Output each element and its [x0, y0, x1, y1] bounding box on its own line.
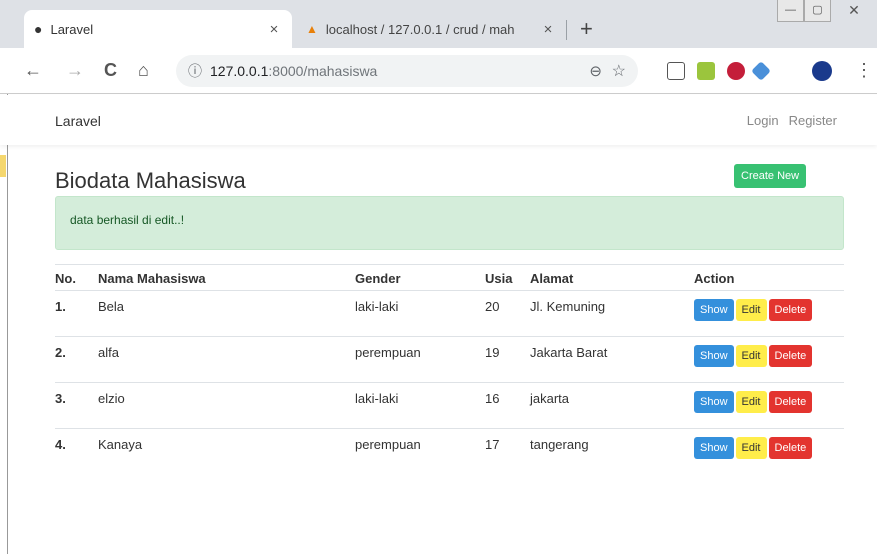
profile-avatar[interactable]	[812, 61, 832, 81]
extension-icon-1[interactable]	[667, 62, 685, 80]
window-controls: — ▢ ✕	[777, 0, 877, 22]
show-button[interactable]: Show	[694, 391, 734, 413]
minimize-button[interactable]: —	[777, 0, 804, 22]
table-row: 4. Kanaya perempuan 17 tangerang Show Edi…	[55, 428, 844, 475]
cell-actions: Show Edit Delete	[694, 291, 844, 337]
app-navbar: Laravel Login Register	[0, 95, 877, 145]
tab-laravel[interactable]: ● Laravel ×	[24, 10, 292, 48]
new-tab-button[interactable]: +	[580, 18, 593, 40]
reload-icon[interactable]: C	[104, 60, 117, 80]
delete-button[interactable]: Delete	[768, 391, 813, 413]
cell-no: 3.	[55, 382, 98, 429]
home-icon[interactable]: ⌂	[138, 60, 149, 80]
menu-icon[interactable]: ⋮	[855, 60, 873, 80]
cell-usia: 19	[485, 336, 530, 383]
cell-no: 2.	[55, 336, 98, 383]
cell-alamat: Jakarta Barat	[530, 336, 694, 383]
bookmark-star-icon[interactable]: ☆	[612, 61, 626, 81]
cell-no: 1.	[55, 299, 66, 314]
globe-icon: ●	[34, 21, 43, 37]
phpmyadmin-icon: ▲	[306, 22, 318, 36]
create-new-button[interactable]: Create New	[734, 164, 807, 188]
edit-button[interactable]: Edit	[735, 391, 767, 413]
table-header-row: No. Nama Mahasiswa Gender Usia Alamat Ac…	[55, 264, 844, 291]
register-link[interactable]: Register	[789, 113, 837, 128]
tab-phpmyadmin[interactable]: ▲ localhost / 127.0.0.1 / crud / mah ×	[296, 10, 566, 48]
auth-links: Login Register	[747, 113, 837, 128]
cell-alamat: jakarta	[530, 382, 694, 429]
cell-usia: 20	[485, 299, 500, 314]
table-row: 2. alfa perempuan 19 Jakarta Barat Show E…	[55, 336, 844, 383]
cell-actions: Show Edit Delete	[694, 428, 844, 475]
browser-tab-strip: ● Laravel × ▲ localhost / 127.0.0.1 / cr…	[0, 0, 877, 48]
delete-button[interactable]: Delete	[768, 345, 813, 367]
cell-gender: laki-laki	[355, 382, 485, 429]
url-path: :8000/mahasiswa	[268, 63, 378, 79]
table-row: 3. elzio laki-laki 16 jakarta Show Edit De…	[55, 382, 844, 429]
column-header-gender: Gender	[355, 264, 485, 291]
cell-no: 4.	[55, 428, 98, 475]
tab-title: Laravel	[50, 21, 94, 37]
table-row: 1. Bela laki-laki 20 Jl. Kemuning Show Ed…	[55, 291, 844, 337]
url-host: 127.0.0.1	[210, 63, 269, 79]
column-header-action: Action	[694, 264, 844, 291]
cell-alamat: Jl. Kemuning	[530, 299, 606, 314]
column-header-nama: Nama Mahasiswa	[98, 264, 355, 291]
cell-alamat: tangerang	[530, 428, 694, 475]
column-header-usia: Usia	[485, 264, 530, 291]
cell-actions: Show Edit Delete	[694, 336, 844, 383]
extension-icon-2[interactable]	[697, 62, 715, 80]
forward-icon[interactable]: →	[66, 60, 84, 80]
edit-button[interactable]: Edit	[735, 299, 767, 321]
cell-gender: laki-laki	[355, 299, 399, 314]
cell-usia: 17	[485, 428, 530, 475]
cell-nama: Bela	[98, 299, 125, 314]
cell-gender: perempuan	[355, 336, 485, 383]
cell-nama: Kanaya	[98, 428, 355, 475]
login-link[interactable]: Login	[747, 113, 779, 128]
edit-button[interactable]: Edit	[735, 345, 767, 367]
show-button[interactable]: Show	[694, 345, 734, 367]
cell-gender: perempuan	[355, 428, 485, 475]
extension-icon-3[interactable]	[727, 62, 745, 80]
close-tab-icon[interactable]: ×	[266, 21, 282, 38]
tab-title: localhost / 127.0.0.1 / crud / mah	[325, 21, 515, 37]
edit-button[interactable]: Edit	[735, 437, 767, 459]
address-bar[interactable]: ⓘ 127.0.0.1:8000/mahasiswa ⊖ ☆	[176, 55, 638, 87]
close-tab-icon[interactable]: ×	[540, 21, 556, 38]
page-title: Biodata Mahasiswa	[55, 168, 246, 193]
success-alert: data berhasil di edit..!	[55, 196, 844, 250]
zoom-icon[interactable]: ⊖	[589, 62, 602, 80]
cell-nama: alfa	[98, 336, 355, 383]
close-window-button[interactable]: ✕	[831, 0, 877, 22]
cell-nama: elzio	[98, 382, 355, 429]
mahasiswa-table: No. Nama Mahasiswa Gender Usia Alamat Ac…	[55, 264, 844, 475]
column-header-no: No.	[55, 264, 98, 291]
delete-button[interactable]: Delete	[768, 437, 813, 459]
brand-link[interactable]: Laravel	[55, 113, 101, 129]
delete-button[interactable]: Delete	[768, 299, 813, 321]
cell-actions: Show Edit Delete	[694, 382, 844, 429]
show-button[interactable]: Show	[694, 299, 734, 321]
tab-separator	[566, 20, 567, 40]
show-button[interactable]: Show	[694, 437, 734, 459]
browser-toolbar: ← → C ⌂ ⓘ 127.0.0.1:8000/mahasiswa ⊖ ☆ ⋮	[0, 48, 877, 94]
left-edge-marker	[0, 155, 6, 177]
info-icon[interactable]: ⓘ	[188, 61, 202, 81]
maximize-button[interactable]: ▢	[804, 0, 831, 22]
extension-icon-4[interactable]	[751, 61, 771, 81]
back-icon[interactable]: ←	[24, 60, 42, 80]
cell-usia: 16	[485, 382, 530, 429]
column-header-alamat: Alamat	[530, 264, 694, 291]
